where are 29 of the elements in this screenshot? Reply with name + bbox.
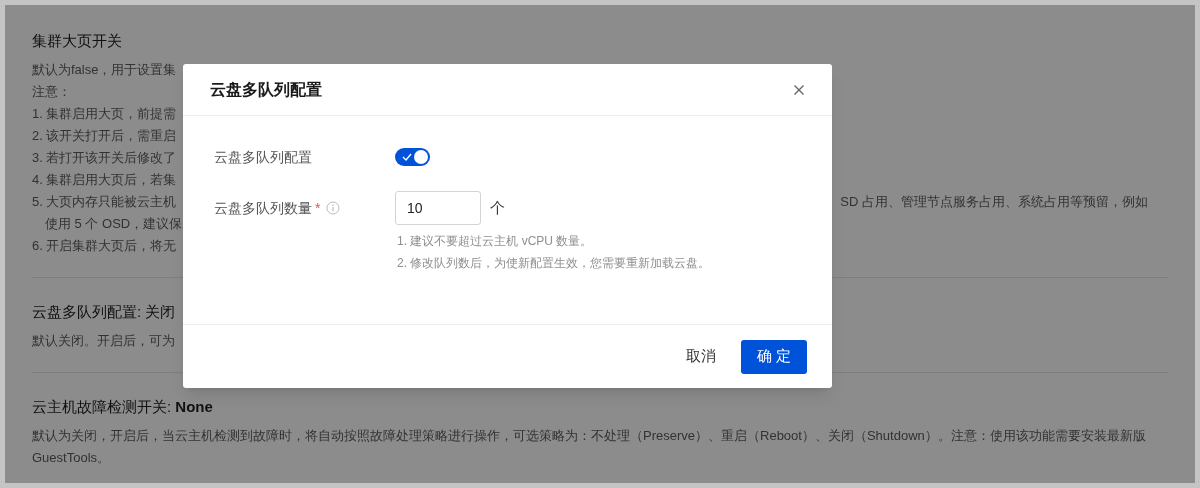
field-label: 云盘多队列数量 xyxy=(214,198,312,218)
dialog-title: 云盘多队列配置 xyxy=(210,79,322,100)
description-text: SD 占用、管理节点服务占用、系统占用等预留，例如 xyxy=(840,193,1148,211)
hint-text: 1. 建议不要超过云主机 vCPU 数量。 xyxy=(397,233,594,250)
section-title: 云主机故障检测开关: None xyxy=(32,397,214,417)
hint-text: 2. 修改队列数后，为使新配置生效，您需要重新加载云盘。 xyxy=(397,255,711,272)
description-text: 注意： xyxy=(32,83,71,101)
close-icon[interactable] xyxy=(793,83,805,96)
confirm-button[interactable]: 确 定 xyxy=(740,339,807,374)
description-text: 默认为关闭，开启后，当云主机检测到故障时，将自动按照故障处理策略进行操作，可选策略为：不处理（Preserve）、重启（Reboot）、关闭（Shutdown）。注意：使用该功能需要安装最新版 xyxy=(32,427,1146,445)
field-label: 云盘多队列配置 xyxy=(214,147,312,167)
description-text: 6. 开启集群大页后，将无 xyxy=(32,237,177,255)
description-text: 使用 5 个 OSD，建议保 xyxy=(45,215,183,233)
description-text: 默认关闭。开启后，可为 xyxy=(32,332,175,350)
unit-label: 个 xyxy=(490,197,505,218)
description-text: 4. 集群启用大页后，若集 xyxy=(32,171,177,189)
required-mark: * xyxy=(315,198,321,218)
toggle-switch[interactable] xyxy=(395,148,430,166)
section-title: 集群大页开关 xyxy=(32,31,123,51)
check-icon xyxy=(402,153,412,161)
description-text: GuestTools。 xyxy=(32,449,111,467)
section-title: 云盘多队列配置: 关闭 xyxy=(32,302,177,322)
description-text: 1. 集群启用大页，前提需 xyxy=(32,105,177,123)
number-input[interactable]: 10 xyxy=(395,191,481,225)
description-text: 默认为false，用于设置集 xyxy=(32,61,177,79)
cancel-button[interactable]: 取消 xyxy=(685,339,716,374)
description-text: 2. 该开关打开后，需重启 xyxy=(32,127,177,145)
description-text: 3. 若打开该开关后修改了 xyxy=(32,149,177,167)
description-text: 5. 大页内存只能被云主机 xyxy=(32,193,177,211)
